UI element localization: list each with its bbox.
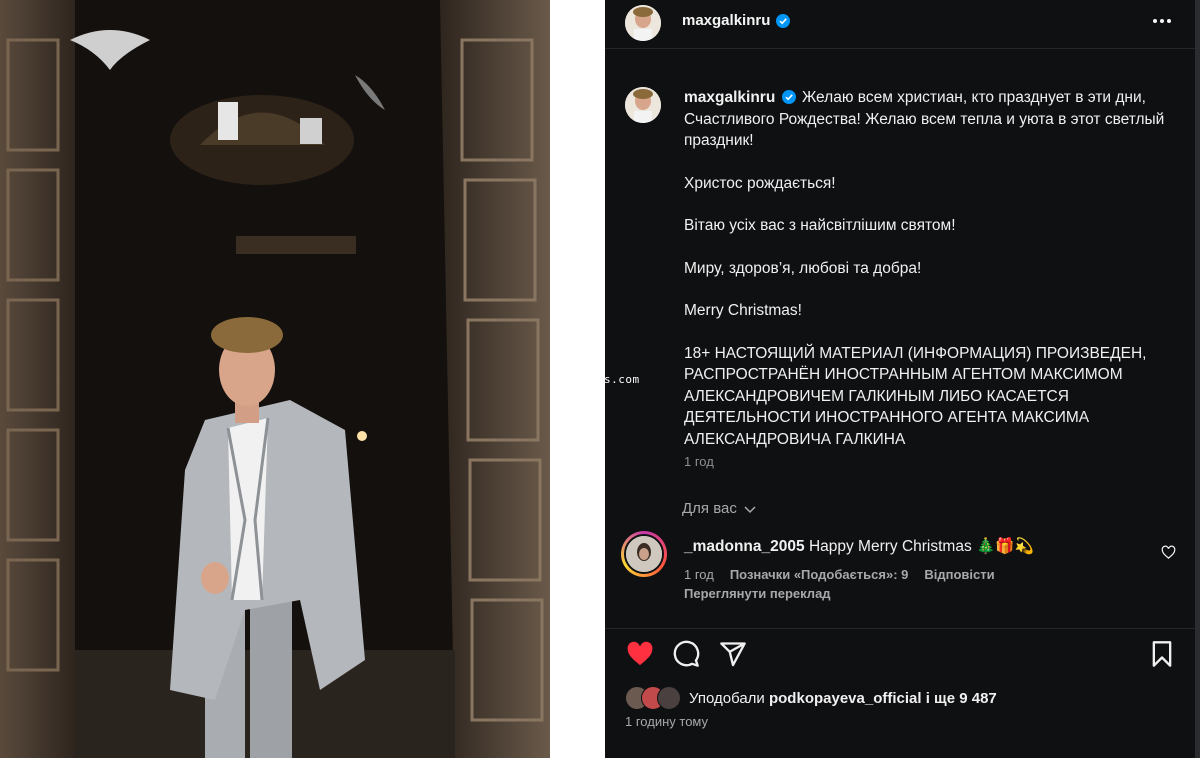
header-username-row[interactable]: maxgalkinru — [682, 12, 791, 29]
right-edge — [1195, 0, 1200, 758]
header-avatar[interactable] — [625, 5, 661, 41]
photo-illustration — [0, 0, 550, 758]
heart-filled-icon[interactable] — [625, 640, 655, 668]
caption-username[interactable]: maxgalkinru — [684, 89, 775, 106]
comment-avatar — [624, 534, 664, 574]
liker-avatars — [625, 686, 683, 710]
likes-prefix: Уподобали — [689, 689, 765, 707]
caption-text-3: Вітаю усіх вас з найсвітлішим святом! — [684, 217, 956, 234]
comment-likes-count[interactable]: Позначки «Подобається»: 9 — [730, 567, 909, 582]
comment-like-heart-icon[interactable] — [1161, 545, 1176, 560]
avatar-portrait — [626, 536, 662, 572]
post-photo[interactable] — [0, 0, 550, 758]
avatar-portrait — [625, 5, 661, 41]
post-panel: maxgalkinru maxgalkinru Желаю всем христ… — [605, 0, 1195, 758]
caption-text-6: 18+ НАСТОЯЩИЙ МАТЕРИАЛ (ИНФОРМАЦИЯ) ПРОИ… — [684, 344, 1147, 448]
share-icon[interactable] — [719, 640, 747, 668]
verified-badge-icon — [781, 90, 796, 104]
watermark-text: s.com — [604, 373, 640, 386]
comment-text-row: _madonna_2005 Happy Merry Christmas 🎄🎁💫 — [684, 537, 1034, 556]
actions-divider — [605, 628, 1195, 629]
comment-reply-button[interactable]: Відповісти — [924, 567, 994, 582]
likes-suffix[interactable]: і ще 9 487 — [926, 690, 997, 707]
avatar-portrait — [625, 87, 661, 123]
comments-filter-dropdown[interactable]: Для вас — [682, 500, 757, 517]
comment-meta: 1 год Позначки «Подобається»: 9 Відповіс… — [684, 567, 995, 582]
likes-summary[interactable]: Уподобали podkopayeva_official і ще 9 48… — [625, 686, 997, 710]
post-time[interactable]: 1 годину тому — [625, 714, 708, 729]
gap — [550, 0, 605, 758]
header-username[interactable]: maxgalkinru — [682, 12, 770, 29]
more-options-icon[interactable] — [1151, 10, 1173, 32]
comment-avatar-ring[interactable] — [621, 531, 667, 577]
caption-first-paragraph: maxgalkinru Желаю всем христиан, кто пра… — [684, 87, 1174, 152]
caption-text-2: Христос рождається! — [684, 174, 836, 192]
caption-time[interactable]: 1 год — [684, 454, 714, 469]
comment-time[interactable]: 1 год — [684, 567, 714, 582]
post-caption: maxgalkinru Желаю всем христиан, кто пра… — [684, 87, 1174, 450]
translate-button[interactable]: Переглянути переклад — [684, 586, 831, 601]
chevron-down-icon — [744, 505, 756, 513]
comment-username[interactable]: _madonna_2005 — [684, 538, 805, 555]
caption-text-5: Merry Christmas! — [684, 302, 802, 319]
header-divider — [605, 48, 1195, 49]
comment-text: Happy Merry Christmas 🎄🎁💫 — [808, 538, 1034, 555]
caption-avatar[interactable] — [625, 87, 661, 123]
comments-filter-label: Для вас — [682, 500, 737, 517]
caption-text-4: Миру, здоров’я, любові та добра! — [684, 259, 922, 277]
comment-icon[interactable] — [672, 640, 700, 668]
verified-badge-icon — [776, 13, 791, 28]
bookmark-icon[interactable] — [1150, 640, 1174, 668]
liker-avatar — [657, 686, 681, 710]
likes-user[interactable]: podkopayeva_official — [769, 690, 922, 707]
